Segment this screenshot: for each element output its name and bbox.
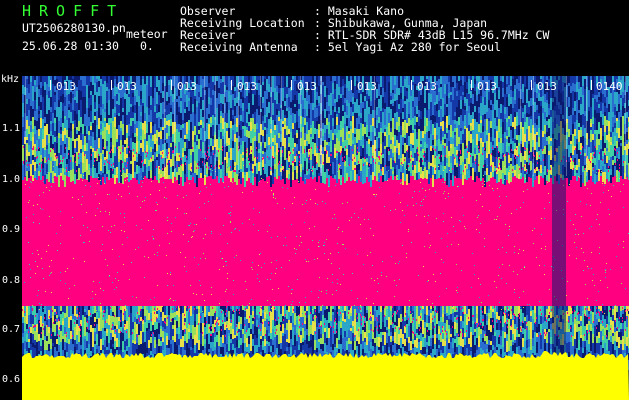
- y-axis: 1.1 1.0 0.9 0.8 0.7 0.6: [0, 76, 22, 400]
- app-title: HROFFT: [22, 2, 125, 20]
- x-tick-label: 013: [237, 80, 257, 93]
- x-tick-mark: [171, 80, 172, 90]
- x-tick-mark: [231, 80, 232, 90]
- x-tick-label: 013: [297, 80, 317, 93]
- x-tick-label: 013: [537, 80, 557, 93]
- y-tick-label: 0.7: [2, 324, 21, 335]
- x-tick-label: 013: [56, 80, 76, 93]
- x-tick-mark: [50, 80, 51, 90]
- info-label-antenna: Receiving Antenna: [180, 40, 298, 54]
- y-tick-label: 0.6: [2, 374, 21, 385]
- spectrogram-plot: [22, 76, 629, 400]
- info-value-antenna: : 5el Yagi Az 280 for Seoul: [314, 40, 501, 54]
- x-tick-mark: [111, 80, 112, 90]
- y-tick-label: 1.0: [2, 174, 21, 185]
- filename-label: UT2506280130.pn: [22, 21, 126, 35]
- x-tick-mark: [351, 80, 352, 90]
- x-tick-mark: [471, 80, 472, 90]
- x-tick-label: 013: [417, 80, 437, 93]
- header-panel: HROFFT UT2506280130.pn meteor 25.06.28 0…: [0, 0, 629, 76]
- y-tick-label: 0.9: [2, 224, 21, 235]
- y-tick-label: 1.1: [2, 123, 21, 134]
- x-tick-label: 013: [477, 80, 497, 93]
- x-tick-mark: [591, 80, 592, 90]
- y-axis-unit: kHz: [1, 74, 20, 85]
- x-tick-label: 013: [117, 80, 137, 93]
- x-tick-mark: [531, 80, 532, 90]
- x-tick-mark: [291, 80, 292, 90]
- x-tick-label: 0140: [596, 80, 623, 93]
- meteor-count: 0.: [140, 39, 154, 53]
- y-tick-label: 0.8: [2, 275, 21, 286]
- x-tick-label: 013: [357, 80, 377, 93]
- x-tick-label: 013: [177, 80, 197, 93]
- x-tick-mark: [411, 80, 412, 90]
- datetime-label: 25.06.28 01:30: [22, 39, 119, 53]
